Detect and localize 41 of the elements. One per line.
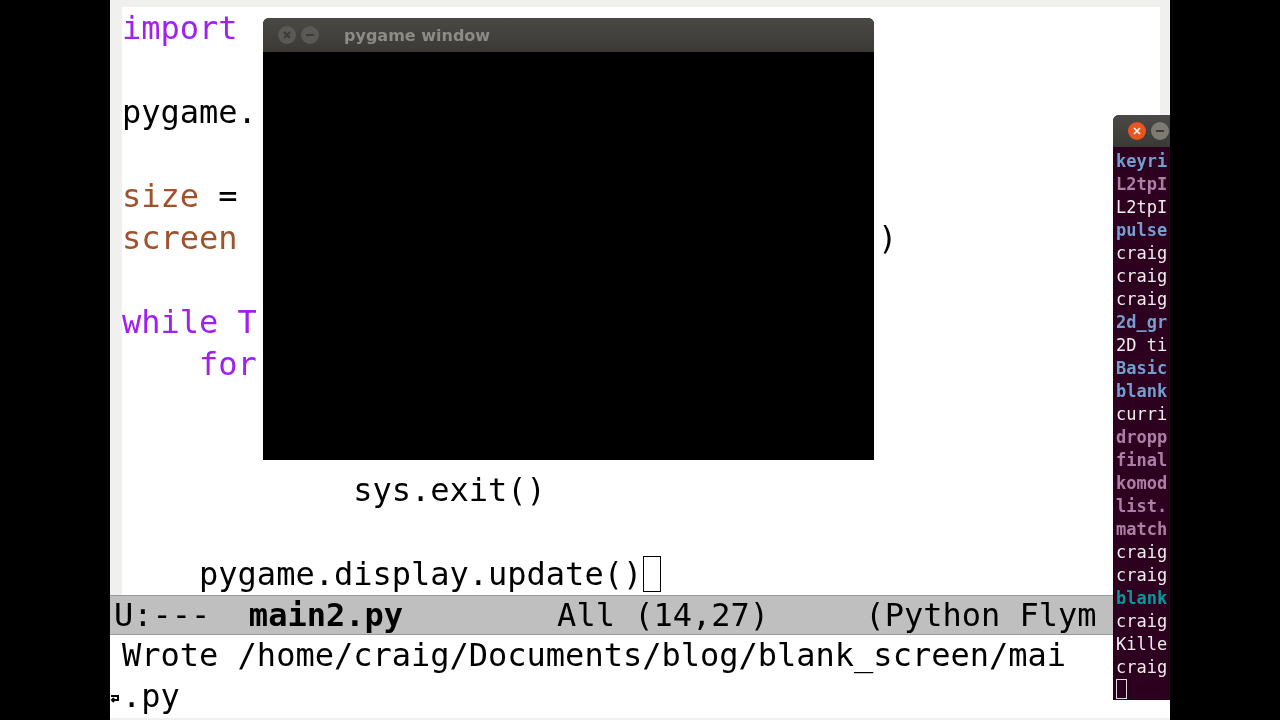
terminal-line: craig — [1116, 541, 1169, 564]
terminal-line: 2D ti — [1116, 334, 1169, 357]
terminal-line: Basic — [1116, 357, 1169, 380]
terminal-line: craig — [1116, 288, 1169, 311]
terminal-line: pulse — [1116, 219, 1169, 242]
code-text: screen — [122, 218, 238, 259]
code-text: pygame.display.update() — [198, 554, 643, 595]
code-text: = — [217, 176, 238, 217]
terminal-line: list. — [1116, 495, 1169, 518]
terminal-line: blank — [1116, 380, 1169, 403]
line-wrap-icon — [110, 694, 119, 704]
terminal-line: 2d_gr — [1116, 311, 1169, 334]
terminal-line: keyri — [1116, 150, 1169, 173]
echo-message: .py — [122, 676, 180, 717]
code-text: ) — [878, 218, 898, 259]
text-cursor — [1116, 679, 1127, 699]
code-text: size — [122, 176, 200, 217]
terminal-line: dropp — [1116, 426, 1169, 449]
code-text: for — [198, 344, 257, 385]
code-text: import — [122, 8, 238, 49]
terminal-line: craig — [1116, 610, 1169, 633]
terminal-line: craig — [1116, 656, 1169, 679]
terminal-line: final — [1116, 449, 1169, 472]
terminal-line: craig — [1116, 265, 1169, 288]
terminal-line: L2tpI — [1116, 173, 1169, 196]
terminal-line: match — [1116, 518, 1169, 541]
code-text: pygame. — [122, 92, 257, 133]
terminal-line: komod — [1116, 472, 1169, 495]
terminal-line: craig — [1116, 242, 1169, 265]
minimize-button[interactable] — [301, 26, 319, 44]
echo-message: Wrote /home/craig/Documents/blog/blank_screen/mai — [122, 635, 1066, 676]
terminal-line: Kille — [1116, 633, 1169, 656]
close-button[interactable] — [1128, 122, 1146, 140]
window-title: pygame window — [344, 25, 491, 45]
terminal-line: L2tpI — [1116, 196, 1169, 219]
code-text: while T — [122, 302, 257, 343]
terminal-line: curri — [1116, 403, 1169, 426]
terminal-line: blank — [1116, 587, 1169, 610]
terminal-line: craig — [1116, 564, 1169, 587]
code-text: sys.exit() — [352, 470, 546, 511]
minimize-button[interactable] — [1151, 122, 1169, 140]
